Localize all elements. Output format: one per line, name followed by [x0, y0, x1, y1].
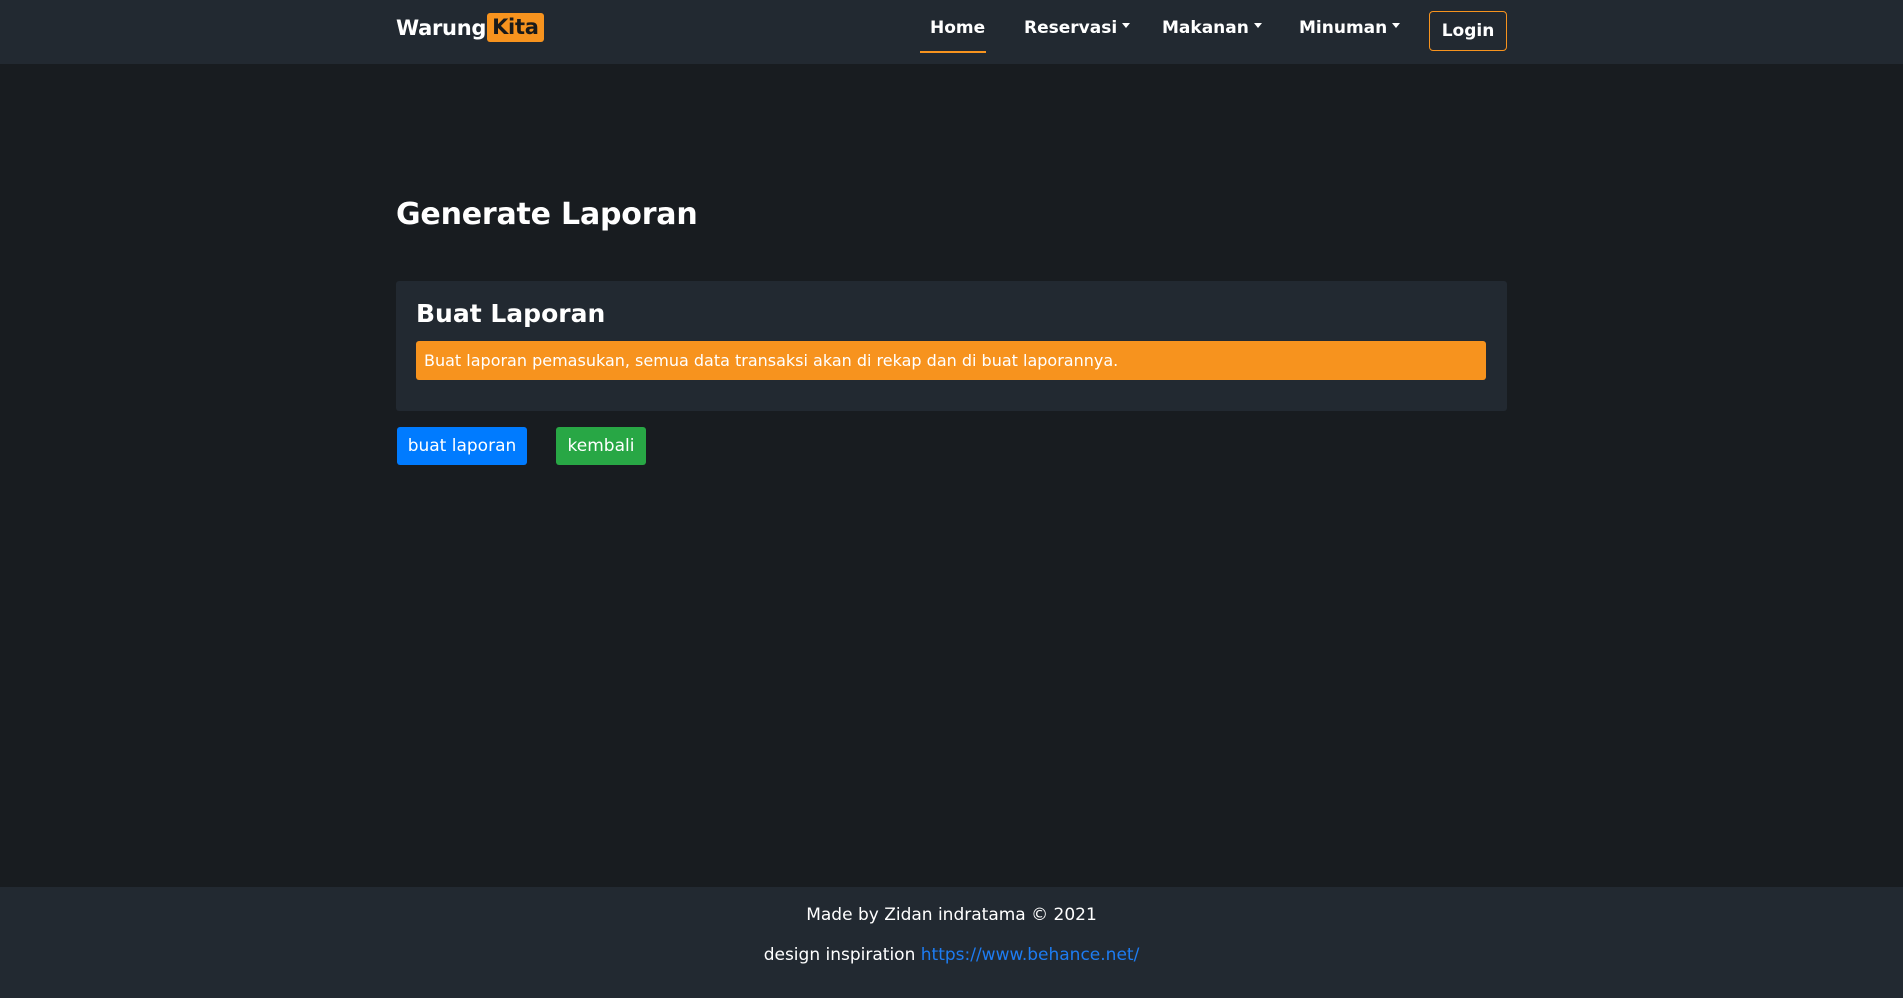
nav-item-home[interactable]: Home — [930, 18, 985, 38]
footer-inspiration-label: design inspiration — [763, 945, 916, 965]
card-title: Buat Laporan — [416, 299, 606, 328]
login-button[interactable]: Login — [1429, 11, 1507, 51]
footer-inspiration-link[interactable]: https://www.behance.net/ — [921, 945, 1140, 965]
caret-down-icon — [1392, 22, 1401, 28]
nav-active-indicator — [920, 51, 986, 53]
caret-down-icon — [1253, 22, 1262, 28]
caret-down-icon — [1122, 22, 1131, 28]
nav-item-minuman[interactable]: Minuman — [1299, 18, 1401, 38]
brand-name-part2: Kita — [487, 13, 544, 42]
nav-item-reservasi-label: Reservasi — [1024, 18, 1118, 38]
nav-item-makanan-label: Makanan — [1162, 18, 1249, 38]
nav-item-reservasi[interactable]: Reservasi — [1024, 18, 1131, 38]
back-button[interactable]: kembali — [556, 427, 646, 465]
brand-logo[interactable]: Warung Kita — [396, 13, 544, 42]
footer: Made by Zidan indratama © 2021 design in… — [0, 887, 1903, 998]
footer-credit: Made by Zidan indratama © 2021 — [806, 905, 1097, 925]
nav-item-minuman-label: Minuman — [1299, 18, 1388, 38]
page-title: Generate Laporan — [396, 197, 698, 232]
brand-name-part1: Warung — [396, 15, 487, 40]
report-card: Buat Laporan Buat laporan pemasukan, sem… — [396, 281, 1507, 411]
create-report-button[interactable]: buat laporan — [397, 427, 527, 465]
nav-item-home-label: Home — [930, 18, 986, 38]
navbar: Warung Kita Home Reservasi Makanan Minum… — [0, 0, 1903, 64]
info-alert: Buat laporan pemasukan, semua data trans… — [416, 341, 1486, 380]
nav-item-makanan[interactable]: Makanan — [1162, 18, 1262, 38]
footer-inspiration: design inspiration https://www.behance.n… — [0, 945, 1903, 965]
